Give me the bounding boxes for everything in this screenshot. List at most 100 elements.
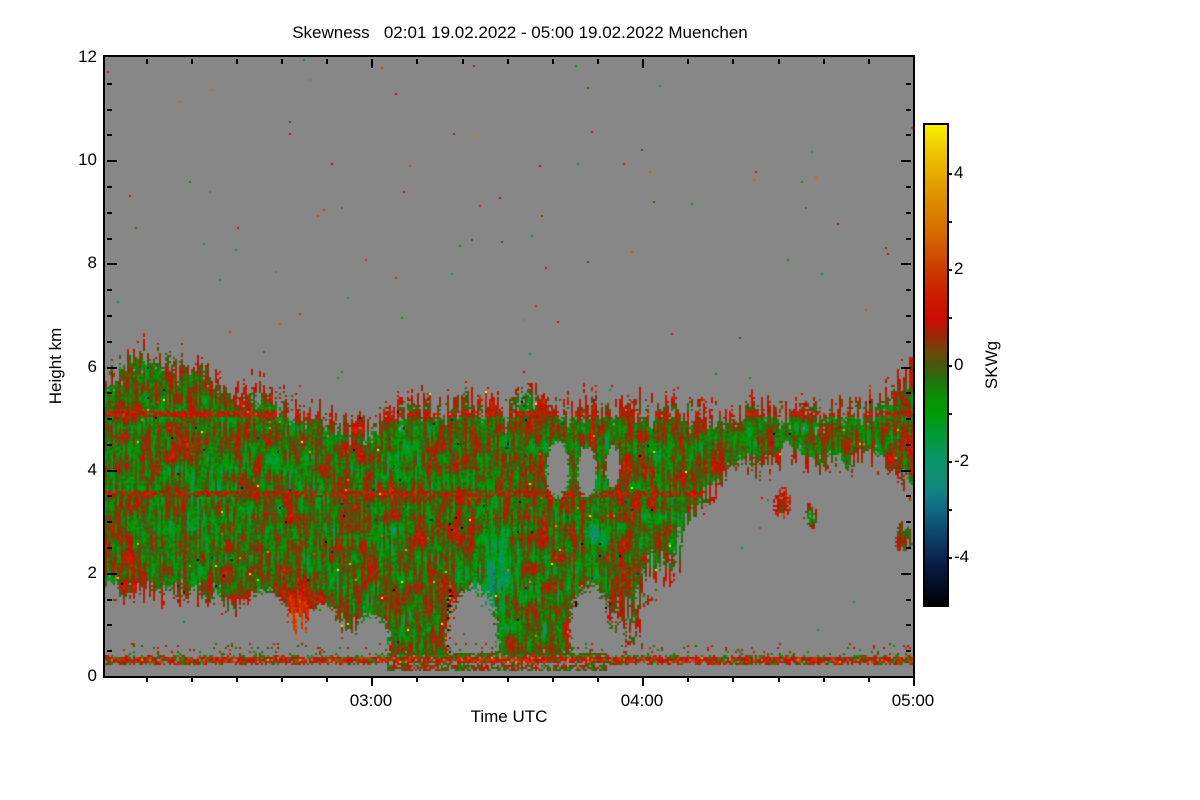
x-axis-tick	[507, 677, 509, 682]
x-axis-tick	[868, 677, 870, 682]
x-axis-tick	[146, 59, 148, 64]
y-axis-tick	[906, 418, 911, 420]
x-axis-tick	[416, 59, 418, 64]
colorbar-tick	[947, 173, 952, 175]
y-axis-tick	[107, 289, 112, 291]
colorbar-gradient	[925, 125, 947, 605]
y-axis-tick	[906, 547, 911, 549]
y-tick-label: 2	[87, 563, 97, 582]
y-axis-tick	[906, 521, 911, 523]
y-tick-label: 0	[87, 666, 97, 685]
y-axis-tick	[906, 109, 911, 111]
x-axis-tick	[462, 677, 464, 682]
y-axis-tick	[107, 134, 112, 136]
y-axis-tick	[107, 624, 112, 626]
y-axis-tick	[906, 444, 911, 446]
x-axis-tick	[552, 59, 554, 64]
y-axis-tick	[906, 186, 911, 188]
y-axis-tick	[107, 160, 117, 162]
x-axis-tick	[868, 59, 870, 64]
x-axis-tick	[642, 59, 644, 68]
y-axis-tick	[906, 341, 911, 343]
y-axis-tick	[107, 315, 112, 317]
y-axis-tick	[107, 650, 112, 652]
y-axis-tick	[906, 289, 911, 291]
x-axis-tick	[462, 59, 464, 64]
y-axis-tick	[107, 238, 112, 240]
y-axis-tick	[107, 392, 112, 394]
x-axis-tick	[281, 59, 283, 64]
y-tick-label: 6	[87, 357, 97, 376]
x-axis-label: Time UTC	[470, 707, 548, 726]
colorbar-tick	[947, 557, 952, 559]
colorbar-tick	[947, 365, 952, 367]
y-axis-tick	[107, 186, 112, 188]
x-axis-tick	[597, 59, 599, 64]
y-axis-tick	[906, 392, 911, 394]
x-axis-tick	[687, 677, 689, 682]
y-axis-tick	[107, 521, 112, 523]
y-axis-tick	[901, 160, 911, 162]
x-axis-tick	[552, 677, 554, 682]
y-axis-tick	[107, 444, 112, 446]
y-axis-tick	[107, 418, 112, 420]
x-axis-tick	[146, 677, 148, 682]
x-tick-label: 04:00	[620, 691, 664, 710]
y-axis-tick	[107, 341, 112, 343]
colorbar-tick-label: -4	[954, 547, 970, 566]
colorbar-tick	[947, 413, 952, 415]
x-axis-tick	[913, 677, 915, 686]
x-axis-tick	[326, 677, 328, 682]
y-axis-tick	[906, 134, 911, 136]
x-axis-tick	[416, 677, 418, 682]
x-axis-tick	[913, 59, 915, 68]
x-axis-tick	[732, 59, 734, 64]
skewness-plot-figure: Skewness 02:01 19.02.2022 - 05:00 19.02.…	[0, 0, 1200, 800]
colorbar-tick	[947, 461, 952, 463]
x-axis-tick	[778, 677, 780, 682]
y-axis-tick	[906, 650, 911, 652]
y-axis-tick	[107, 547, 112, 549]
y-axis-tick	[107, 470, 117, 472]
colorbar-tick	[947, 509, 952, 511]
y-axis-tick	[901, 263, 911, 265]
page-title: Skewness 02:01 19.02.2022 - 05:00 19.02.…	[292, 23, 748, 42]
y-tick-label: 8	[87, 253, 97, 272]
y-axis-tick	[107, 599, 112, 601]
colorbar-tick-label: 2	[954, 259, 964, 278]
colorbar-tick-label: 4	[954, 163, 964, 182]
y-axis-tick	[906, 212, 911, 214]
x-axis-tick	[597, 677, 599, 682]
y-tick-label: 10	[78, 150, 97, 169]
y-axis-tick	[107, 212, 112, 214]
x-axis-tick	[191, 59, 193, 64]
x-axis-tick	[371, 59, 373, 68]
y-axis-tick	[107, 367, 117, 369]
x-axis-tick	[823, 677, 825, 682]
colorbar-tick	[947, 269, 952, 271]
y-axis-tick	[901, 470, 911, 472]
x-axis-tick	[371, 677, 373, 686]
x-axis-tick	[236, 59, 238, 64]
y-axis-tick	[107, 83, 112, 85]
x-axis-tick	[732, 677, 734, 682]
y-axis-tick	[901, 367, 911, 369]
y-axis-tick	[906, 495, 911, 497]
colorbar-tick	[947, 221, 952, 223]
y-axis-tick	[901, 573, 911, 575]
x-axis-tick	[687, 59, 689, 64]
skewness-heatmap-canvas	[105, 57, 913, 676]
colorbar-tick	[947, 317, 952, 319]
y-tick-label: 4	[87, 460, 97, 479]
x-axis-tick	[191, 677, 193, 682]
x-tick-label: 03:00	[349, 691, 393, 710]
x-axis-tick	[326, 59, 328, 64]
x-axis-tick	[507, 59, 509, 64]
x-axis-tick	[778, 59, 780, 64]
x-axis-tick	[642, 677, 644, 686]
x-tick-label: 05:00	[891, 691, 935, 710]
y-axis-tick	[906, 238, 911, 240]
x-axis-tick	[823, 59, 825, 64]
y-axis-tick	[906, 315, 911, 317]
colorbar-tick-label: 0	[954, 355, 964, 374]
